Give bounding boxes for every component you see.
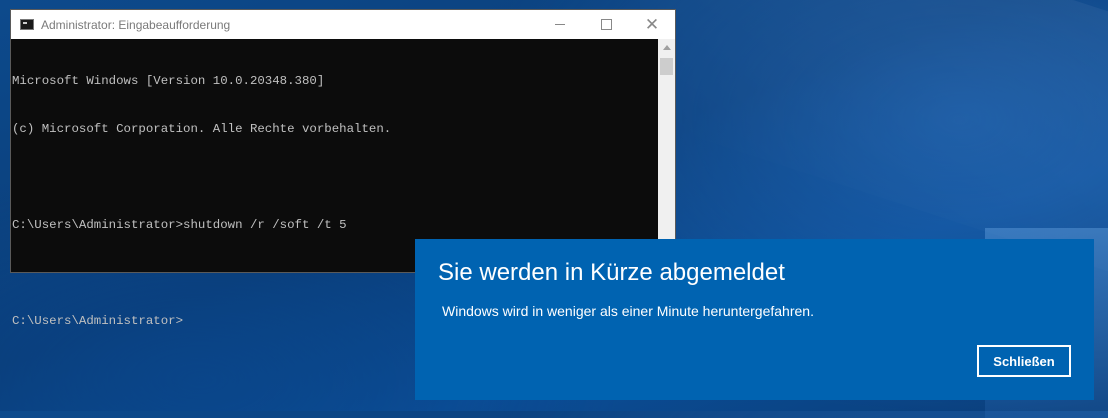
- console-line: C:\Users\Administrator>shutdown /r /soft…: [12, 218, 347, 232]
- maximize-icon: [600, 19, 612, 30]
- window-title: Administrator: Eingabeaufforderung: [41, 17, 231, 32]
- command-prompt-window[interactable]: Administrator: Eingabeaufforderung ✕ Mic…: [10, 9, 676, 328]
- close-notification-button[interactable]: Schließen: [977, 345, 1071, 377]
- notification-message: Windows wird in weniger als einer Minute…: [442, 303, 814, 319]
- scrollbar-thumb[interactable]: [660, 58, 673, 75]
- scroll-up-arrow-icon: [662, 45, 671, 50]
- vertical-scrollbar[interactable]: [658, 39, 675, 272]
- notification-title: Sie werden in Kürze abgemeldet: [438, 259, 785, 286]
- console-line: Microsoft Windows [Version 10.0.20348.38…: [12, 74, 325, 88]
- close-icon: ✕: [644, 14, 660, 34]
- close-button[interactable]: ✕: [629, 10, 675, 39]
- window-controls: ✕: [537, 10, 675, 39]
- maximize-button[interactable]: [583, 10, 629, 39]
- console-output[interactable]: Microsoft Windows [Version 10.0.20348.38…: [11, 39, 659, 328]
- scroll-up-button[interactable]: [658, 39, 675, 56]
- console-line: (c) Microsoft Corporation. Alle Rechte v…: [12, 122, 392, 136]
- minimize-button[interactable]: [537, 10, 583, 39]
- console-icon: [20, 19, 34, 30]
- minimize-icon: [555, 24, 565, 25]
- title-bar[interactable]: Administrator: Eingabeaufforderung ✕: [11, 10, 675, 39]
- signout-notification: Sie werden in Kürze abgemeldet Windows w…: [415, 239, 1094, 400]
